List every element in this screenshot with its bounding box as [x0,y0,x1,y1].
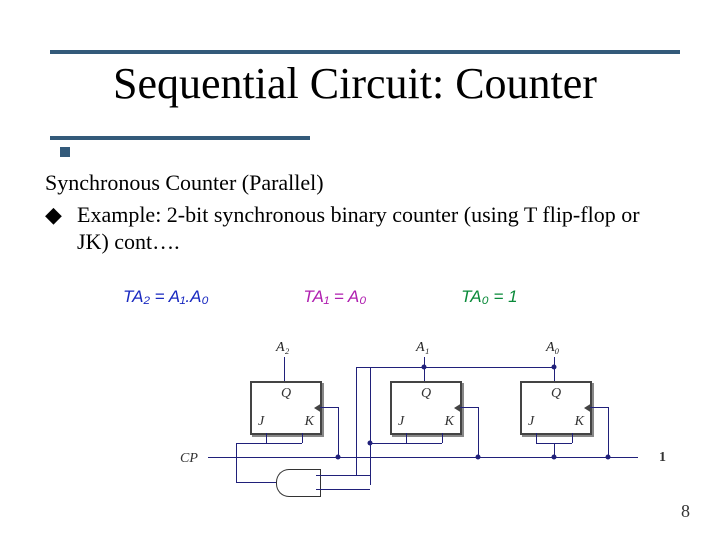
flipflop-a1: Q J K [390,381,462,435]
wire [608,407,609,457]
and-gate [276,469,317,497]
constant-one-label: 1 [659,449,666,467]
ff2-port-j: J [258,413,264,431]
junction-dot [422,364,427,369]
wire [266,433,267,443]
wire [406,443,442,444]
wire [536,433,537,443]
wire [236,482,276,483]
equation-ta1: TA₁ = A₀ [213,287,366,306]
ff2-port-q: Q [281,385,291,403]
flipflop-a2: Q J K [250,381,322,435]
wire [406,433,407,443]
junction-dot [336,454,341,459]
ff1-port-j: J [398,413,404,431]
title-rule-bottom [50,136,310,140]
wire [590,407,608,408]
wire [356,367,357,475]
wire [478,407,479,457]
equation-ta0: TA₀ = 1 [371,287,517,306]
output-label-a2: A₂ [276,339,289,357]
wire [442,433,443,443]
ff0-port-j: J [528,413,534,431]
output-label-a1: A₁ [416,339,429,357]
junction-dot [552,454,557,459]
wire [302,433,303,443]
bullet-text: Example: 2-bit synchronous binary counte… [77,201,675,256]
equation-ta2: TA₂ = A₁.A₀ [123,287,209,306]
ff0-port-k: K [575,413,584,431]
wire [266,443,302,444]
title-rule-top [50,50,680,54]
ff2-port-k: K [305,413,314,431]
slide-number: 8 [681,501,690,522]
ff0-port-q: Q [551,385,561,403]
wire [316,475,370,476]
wire [370,367,371,485]
wire [320,407,338,408]
wire [356,367,424,368]
wire [338,407,339,457]
wire [316,489,370,490]
output-label-a0: A₀ [546,339,559,357]
ff0-clock-icon [584,403,592,413]
title-square-icon [60,147,70,157]
bullet-icon: ◆ [45,201,77,256]
flipflop-a0: Q J K [520,381,592,435]
ff2-clock-icon [314,403,322,413]
wire [284,357,285,381]
wire [460,407,478,408]
junction-dot [476,454,481,459]
wire [608,457,638,458]
clock-label: CP [180,450,198,468]
wire-cp [208,457,608,458]
ff1-clock-icon [454,403,462,413]
section-subtitle: Synchronous Counter (Parallel) [45,169,675,197]
ff1-port-k: K [445,413,454,431]
equations-row: TA₂ = A₁.A₀ TA₁ = A₀ TA₀ = 1 [45,256,675,315]
wire [572,433,573,443]
ff1-port-q: Q [421,385,431,403]
slide-title: Sequential Circuit: Counter [0,58,720,109]
circuit-diagram: Q J K A₂ Q J K A₁ Q J K A₀ CP [180,335,660,505]
junction-dot [552,364,557,369]
wire [236,443,237,482]
